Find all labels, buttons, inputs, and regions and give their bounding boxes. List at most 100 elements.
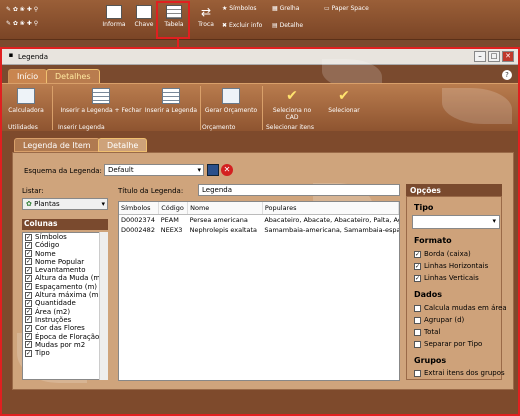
linhas-h-checkbox[interactable]: ✓ Linhas Horizontais [414,262,488,270]
tab-detalhe[interactable]: Detalhe [98,138,148,152]
detalhe-tool-button[interactable]: ▤ Detalhe [272,22,303,29]
opcoes-header: Opções [406,184,502,196]
ribbon-body: Calculadora Inserir a Legenda + Fechar I… [2,83,518,131]
seleciona-cad-button[interactable]: ✔ Seleciona no CAD [266,88,318,121]
delete-icon: ✖ [222,22,229,29]
grid-header[interactable]: Populares [262,202,400,215]
colunas-list[interactable]: ✓ Símbolos ✓ Código ✓ Nome ✓ Nome Popular ✓ Levan… [22,232,108,380]
grid-header[interactable]: Nome [187,202,263,215]
coluna-item[interactable]: ✓ Nome Popular [23,258,107,266]
grelha-label: Grelha [279,5,300,12]
table-row[interactable]: D0002482 NEEX3 Nephrolepis exaltata Samamba… [119,225,399,235]
grelha-button[interactable]: ▦ Grelha [272,5,299,12]
window-titlebar: Legenda ▪ – □ ✕ [2,49,518,65]
app-toolbar: ✎ ✿ ❀ ✚ ⚲ ✎ ✿ ❀ ✚ ⚲ Informa Chave Tabela… [0,0,520,40]
check-icon: ✓ [414,262,421,270]
tab-legenda-item[interactable]: Legenda de Item [14,138,100,152]
calcula-checkbox[interactable]: Calcula mudas em área [414,304,506,312]
tab-detalhe-label: Detalhe [107,141,139,150]
ribbon-separator [262,86,263,130]
total-checkbox[interactable]: Total [414,328,440,336]
check-icon: ✓ [25,274,32,282]
coluna-item[interactable]: ✓ Época de Floração [23,333,107,341]
coluna-item[interactable]: ✓ Altura máxima (m [23,291,107,299]
coluna-item[interactable]: ✓ Quantidade [23,299,107,307]
group-selecionar-label: Selecionar itens [266,124,314,131]
save-icon[interactable] [207,164,219,176]
tab-inicio[interactable]: Início [8,69,48,83]
grid-cell: Abacateiro, Abacate, Abacateiro, Palta, … [264,216,399,224]
coluna-label: Nome Popular [35,257,85,266]
coluna-item[interactable]: ✓ Instruções [23,316,107,324]
listar-label: Listar: [22,187,44,195]
linhas-v-checkbox[interactable]: ✓ Linhas Verticais [414,274,479,282]
formato-label: Formato [414,236,452,245]
coluna-item[interactable]: ✓ Símbolos [23,233,107,241]
sheet-icon: ▭ [324,5,332,12]
grid-cell: PEAM [160,216,179,224]
tab-detalhes[interactable]: Detalhes [46,69,100,83]
coluna-item[interactable]: ✓ Levantamento [23,266,107,274]
small-tool-icons[interactable]: ✎ ✿ ❀ ✚ ⚲ ✎ ✿ ❀ ✚ ⚲ [4,4,94,34]
grid-cell: D0002482 [121,226,155,234]
coluna-item[interactable]: ✓ Cor das Flores [23,324,107,332]
extrai-checkbox[interactable]: Extrai itens dos grupos [414,369,506,377]
calculadora-button[interactable]: Calculadora [6,88,46,114]
simbolos-label: Símbolos [229,5,257,12]
dados-label: Dados [414,290,443,299]
gerar-orcamento-button[interactable]: Gerar Orçamento [204,88,258,114]
check-icon: ✓ [25,250,32,258]
colunas-scrollbar[interactable] [99,232,108,380]
maximize-button[interactable]: □ [488,51,500,62]
calculator-icon [17,88,35,104]
paper-space-button[interactable]: ▭ Paper Space [324,5,369,12]
borda-checkbox[interactable]: ✓ Borda (caixa) [414,250,471,258]
grid-header[interactable]: Símbolos [119,202,160,215]
esquema-select[interactable]: Default ▾ [104,164,204,176]
inserir-button[interactable]: Inserir a Legenda [144,88,198,114]
check-icon: ✓ [25,258,32,266]
coluna-item[interactable]: ✓ Nome [23,250,107,258]
delete-icon[interactable]: ✕ [221,164,233,176]
grid-cell: D0002374 [121,216,155,224]
separar-checkbox[interactable]: Separar por Tipo [414,340,482,348]
excluir-info-button[interactable]: ✖ Excluir info [222,22,262,29]
coluna-label: Época de Floração [35,332,100,341]
agrupar-checkbox[interactable]: Agrupar (d) [414,316,464,324]
gerar-label: Gerar Orçamento [204,107,258,114]
titulo-input[interactable]: Legenda [198,184,400,196]
group-inserir-label: Inserir Legenda [58,124,105,131]
coluna-item[interactable]: ✓ Área (m2) [23,308,107,316]
coluna-item[interactable]: ✓ Tipo [23,349,107,357]
checkbox-icon [414,340,421,348]
simbolos-button[interactable]: ★ Símbolos [222,5,257,12]
question-icon [106,5,122,19]
coluna-item[interactable]: ✓ Espaçamento (m) [23,283,107,291]
colunas-header: Colunas [22,219,108,230]
grid-cell: Samambaia-americana, Samambaia-espa [264,226,399,234]
coluna-item[interactable]: ✓ Mudas por m2 [23,341,107,349]
table-icon [92,88,110,104]
coluna-item[interactable]: ✓ Código [23,241,107,249]
coluna-label: Altura máxima (m [35,291,99,300]
selecionar-label: Selecionar [328,107,360,114]
inserir-fechar-button[interactable]: Inserir a Legenda + Fechar [60,88,142,114]
close-button[interactable]: ✕ [502,51,514,62]
legend-grid[interactable]: Símbolos Código Nome Populares D0002374 PEAM… [118,201,400,381]
troca-button[interactable]: ⇄ Troca [190,5,222,37]
esquema-value: Default [108,166,134,174]
tipo-select[interactable]: ▾ [412,215,500,229]
minimize-button[interactable]: – [474,51,486,62]
coluna-label: Altura da Muda (m [35,274,101,283]
grupos-label: Grupos [414,356,447,365]
informa-button[interactable]: Informa [98,5,130,37]
paper-space-label: Paper Space [331,5,369,12]
table-row[interactable]: D0002374 PEAM Persea americana Abacateiro, … [119,215,399,226]
coluna-item[interactable]: ✓ Altura da Muda (m [23,274,107,282]
grid-header[interactable]: Código [158,202,189,215]
pick-icon: ✔ [286,88,298,104]
selecionar-button[interactable]: ✔ Selecionar [324,88,364,114]
listar-select[interactable]: ✿ Plantas ▾ [22,198,108,210]
help-button[interactable]: ? [502,70,512,80]
tipo-label: Tipo [414,203,434,212]
